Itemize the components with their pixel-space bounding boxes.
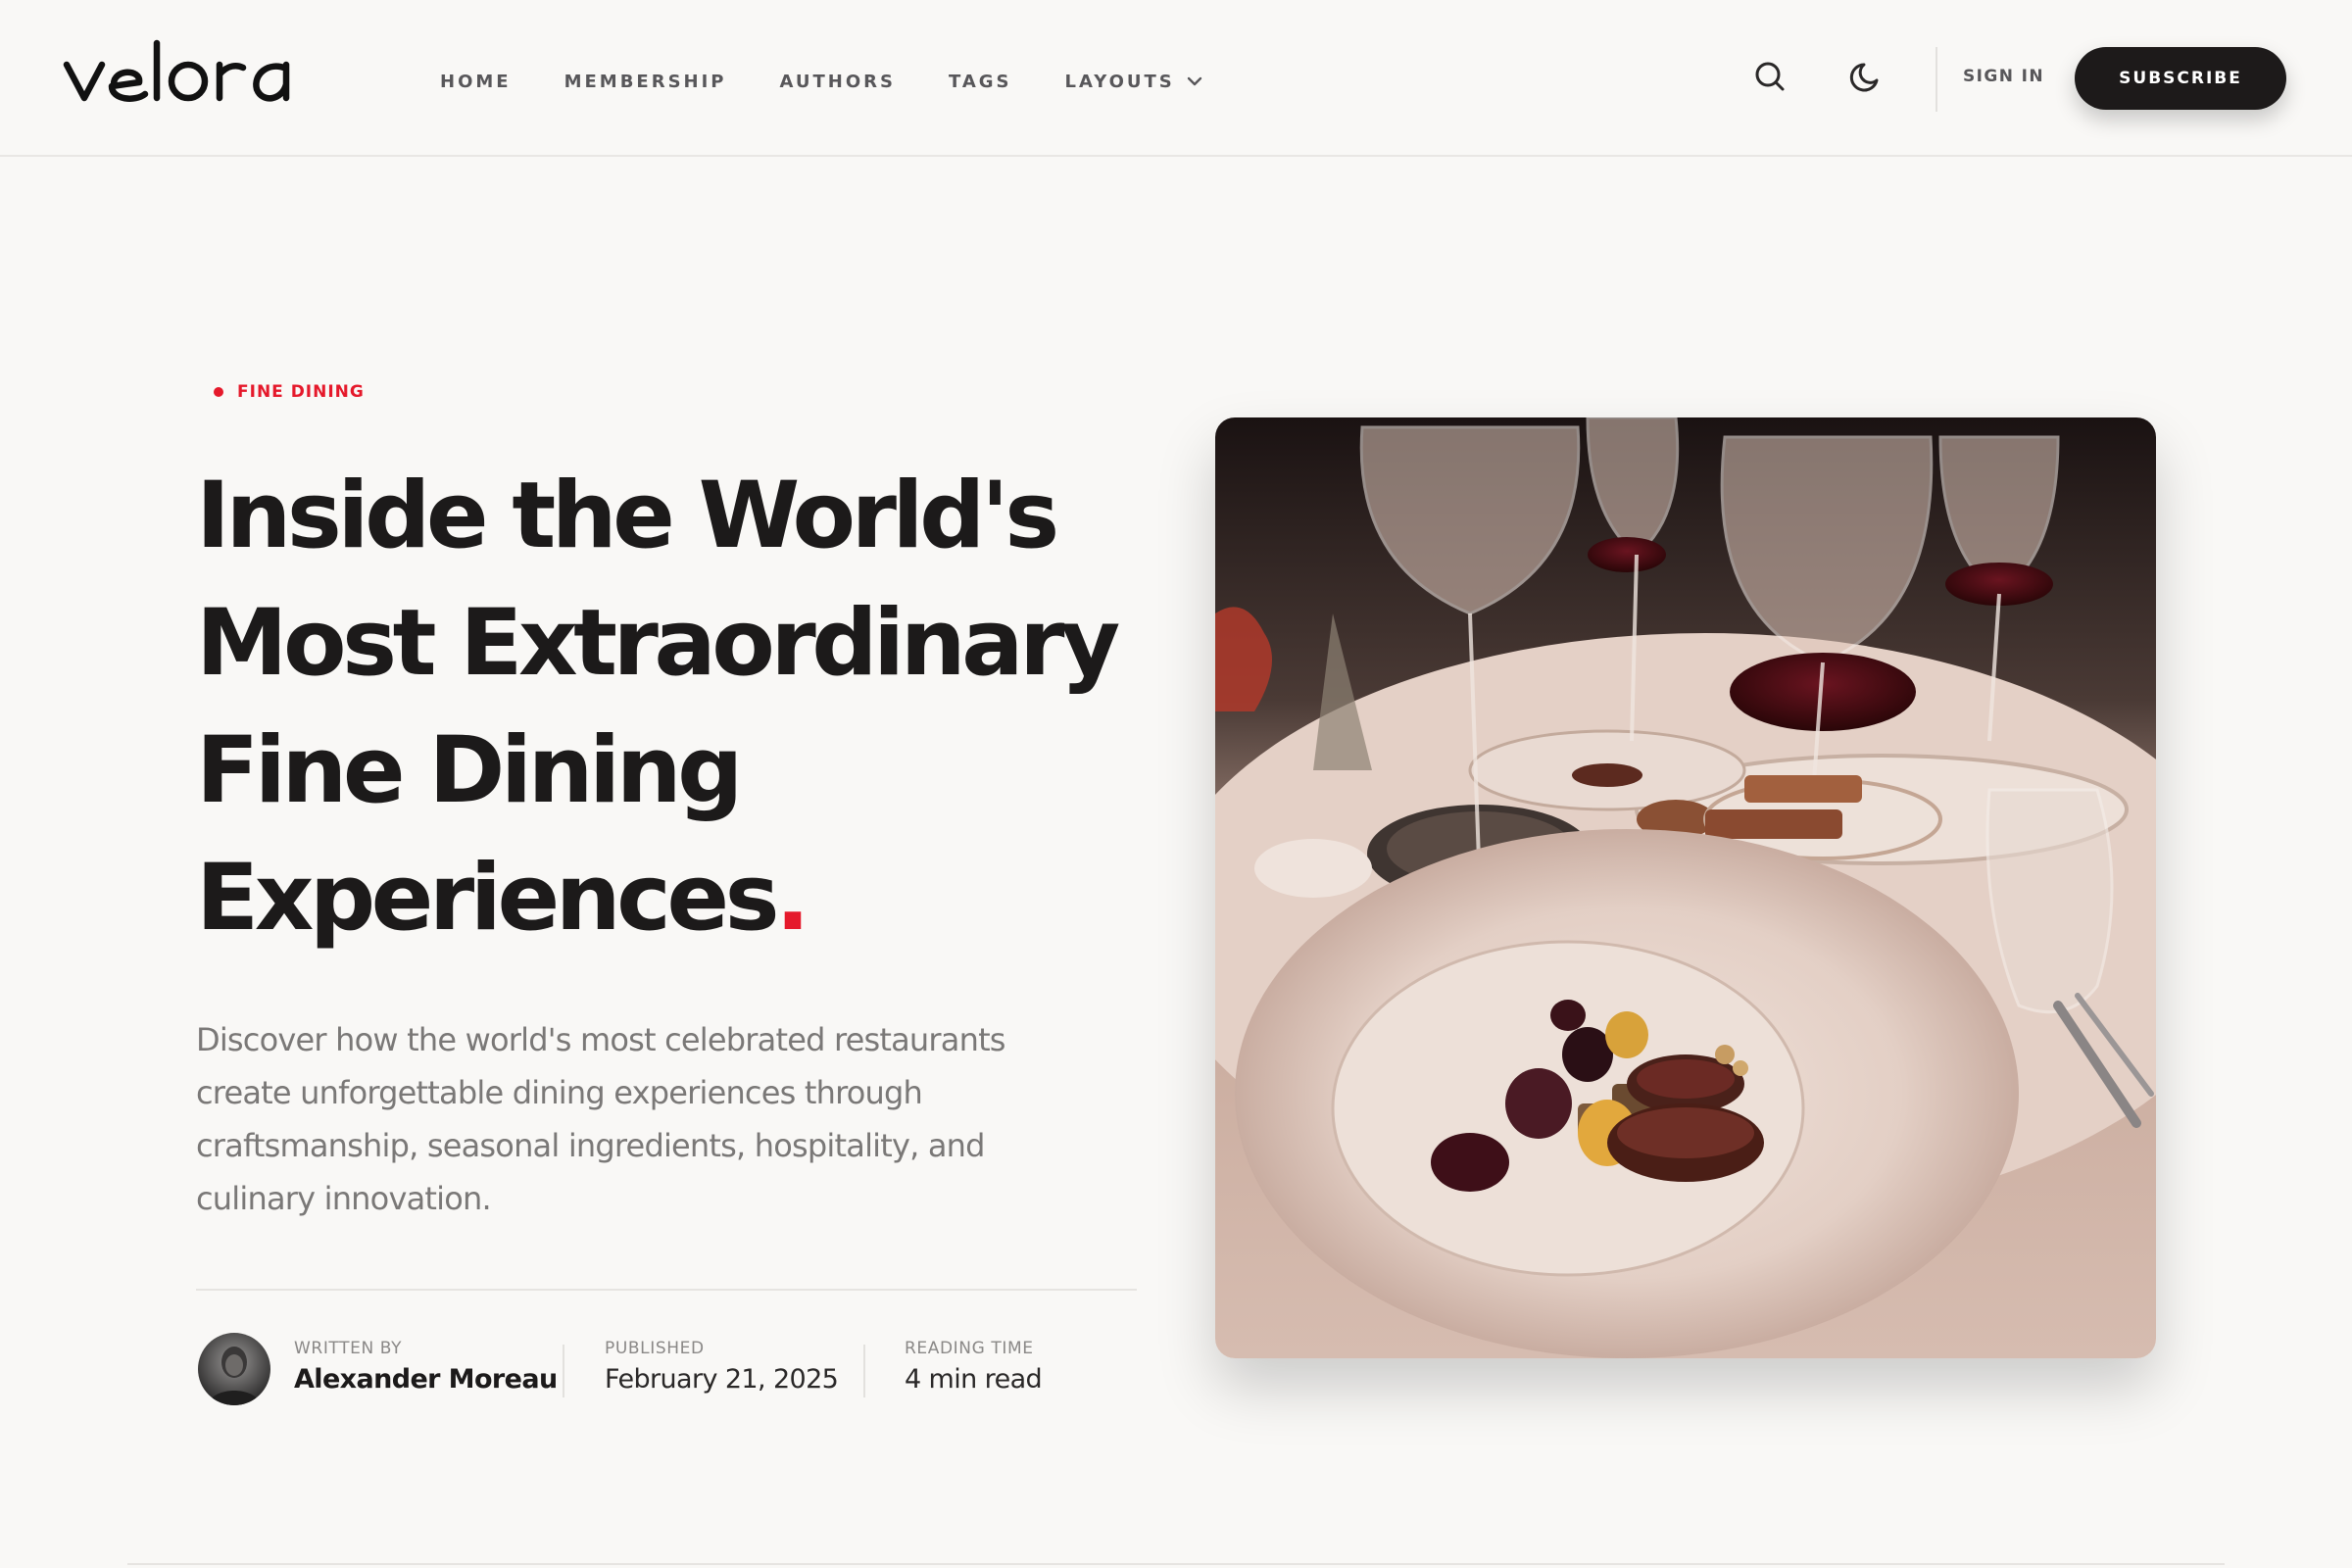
meta-separator (863, 1345, 865, 1397)
reading-time-value: 4 min read (905, 1364, 1043, 1395)
written-by-label: WRITTEN BY (294, 1339, 403, 1358)
excerpt-line: create unforgettable dining experiences … (196, 1074, 923, 1111)
article-title: Inside the World's Most Extraordinary Fi… (196, 453, 1176, 962)
title-accent-dot: . (775, 845, 810, 952)
category-dot (214, 387, 223, 397)
site-logo[interactable] (63, 35, 341, 118)
header-divider (1936, 47, 1937, 112)
author-name-link[interactable]: Alexander Moreau (294, 1364, 558, 1395)
title-line: Fine Dining (196, 717, 743, 824)
meta-separator (563, 1345, 564, 1397)
main-nav: HOME MEMBERSHIP AUTHORS TAGS LAYOUTS (440, 69, 1202, 94)
theme-toggle-button[interactable] (1847, 57, 1886, 96)
meta-divider (196, 1289, 1137, 1291)
excerpt-line: craftsmanship, seasonal ingredients, hos… (196, 1127, 985, 1164)
author-avatar[interactable] (198, 1333, 270, 1405)
moon-icon (1849, 63, 1879, 92)
nav-membership[interactable]: MEMBERSHIP (564, 72, 727, 92)
nav-home[interactable]: HOME (440, 72, 512, 92)
nav-tags[interactable]: TAGS (949, 72, 1012, 92)
nav-authors[interactable]: AUTHORS (780, 72, 896, 92)
title-line-last: Experiences. (196, 835, 1176, 962)
article-excerpt: Discover how the world's most celebrated… (196, 1013, 1078, 1225)
search-button[interactable] (1750, 57, 1789, 96)
excerpt-line: culinary innovation. (196, 1180, 492, 1217)
velora-logo-mark (63, 39, 290, 102)
nav-layouts[interactable]: LAYOUTS (1065, 72, 1202, 92)
hero-image (1215, 417, 2156, 1358)
author-photo (198, 1333, 270, 1405)
chevron-down-icon (1187, 76, 1201, 86)
title-line-text: Experiences (196, 845, 780, 952)
subscribe-button[interactable]: SUBSCRIBE (2075, 47, 2286, 110)
sign-in-link[interactable]: SIGN IN (1963, 67, 2044, 86)
nav-layouts-label: LAYOUTS (1064, 71, 1175, 92)
search-icon (1755, 62, 1785, 91)
category-tag[interactable]: FINE DINING (214, 382, 365, 402)
title-line: Most Extraordinary (196, 590, 1120, 697)
category-label: FINE DINING (237, 382, 365, 402)
site-header: HOME MEMBERSHIP AUTHORS TAGS LAYOUTS SIG… (0, 0, 2352, 157)
title-line: Inside the World's (196, 463, 1059, 569)
published-date: February 21, 2025 (605, 1364, 839, 1395)
section-divider (127, 1563, 2225, 1565)
excerpt-line: Discover how the world's most celebrated… (196, 1021, 1005, 1058)
reading-time-label: READING TIME (905, 1339, 1034, 1358)
published-label: PUBLISHED (605, 1339, 705, 1358)
fine-dining-photo (1215, 417, 2156, 1358)
